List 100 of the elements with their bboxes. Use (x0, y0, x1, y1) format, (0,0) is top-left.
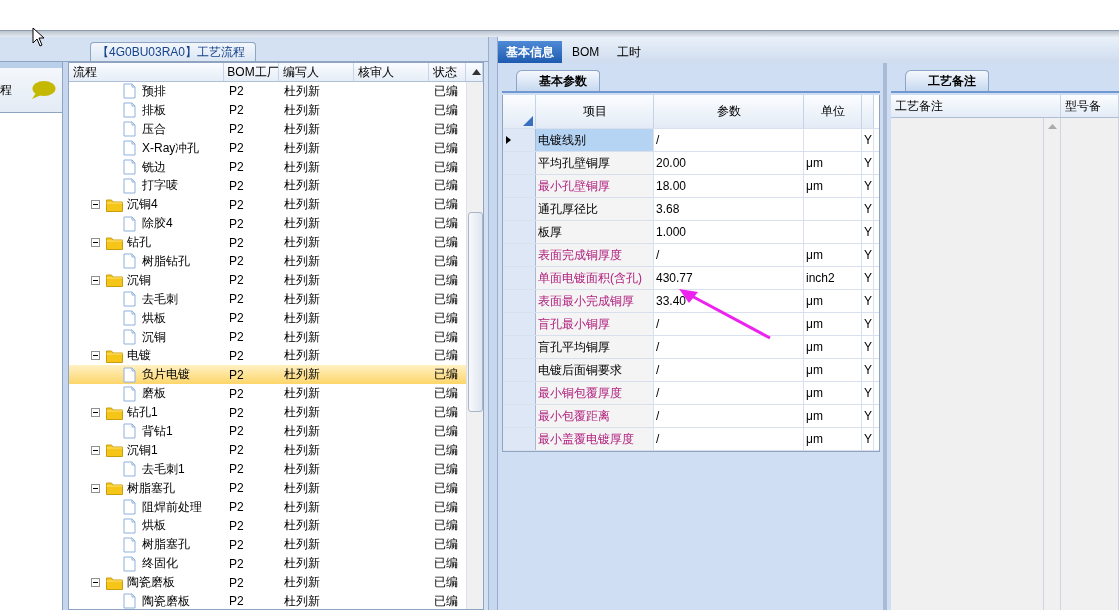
tree-row[interactable]: 树脂钻孔 P2 杜列新 已编 (69, 252, 466, 271)
value-cell[interactable]: / (654, 405, 804, 427)
status-cell-text: 已编 (433, 82, 459, 100)
document-icon (123, 366, 136, 383)
collapse-icon[interactable] (91, 445, 100, 455)
step-name: 树脂钻孔 (142, 252, 190, 270)
collapse-icon[interactable] (91, 578, 100, 588)
tree-row[interactable]: X-Ray冲孔 P2 杜列新 已编 (69, 138, 466, 158)
tree-row[interactable]: 排板 P2 杜列新 已编 (69, 100, 466, 120)
step-name: 排板 (142, 101, 166, 119)
column-header[interactable]: 型号备 (1061, 95, 1119, 117)
writer-cell-text: 杜列新 (283, 517, 321, 535)
collapse-icon[interactable] (91, 483, 100, 493)
bom-cell-text: P2 (228, 367, 245, 382)
column-header[interactable]: 编写人 (279, 63, 354, 81)
value-cell[interactable]: 33.40 (654, 290, 804, 312)
tree-row[interactable]: 压合 P2 杜列新 已编 (69, 119, 466, 139)
folder-row[interactable]: 电镀 P2 杜列新 已编 (69, 346, 466, 366)
folder-row[interactable]: 沉铜1 P2 杜列新 已编 (69, 440, 466, 460)
value-cell[interactable]: / (654, 336, 804, 358)
cursor-icon (32, 27, 46, 47)
value-cell[interactable]: 3.68 (654, 198, 804, 220)
tree-row[interactable]: 烘板 P2 杜列新 已编 (69, 516, 466, 536)
column-header[interactable]: 状态 (429, 63, 466, 81)
writer-cell-text: 杜列新 (283, 347, 321, 365)
document-icon (123, 329, 136, 345)
sub-tab[interactable]: 工艺备注 (905, 70, 989, 91)
value-cell[interactable]: 1.000 (654, 221, 804, 243)
scrollbar[interactable] (466, 82, 483, 609)
tree-row[interactable]: 背钻1 P2 杜列新 已编 (69, 422, 466, 441)
step-name: 树脂塞孔 (142, 536, 190, 554)
folder-row[interactable]: 陶瓷磨板 P2 杜列新 已编 (69, 573, 466, 593)
tree-row[interactable]: 负片电镀 P2 杜列新 已编 (69, 365, 466, 385)
sub-tab[interactable]: 基本参数 (516, 70, 600, 91)
item-cell: 平均孔壁铜厚 (536, 152, 654, 174)
tree-row[interactable]: 终固化 P2 杜列新 已编 (69, 554, 466, 574)
tree-row[interactable]: 去毛刺1 P2 杜列新 已编 (69, 459, 466, 479)
collapse-icon[interactable] (91, 238, 100, 248)
column-header[interactable]: BOM工厂 (224, 63, 279, 81)
folder-icon (106, 348, 123, 363)
tab[interactable]: 基本信息 (498, 41, 562, 63)
tree-row[interactable]: 烘板 P2 杜列新 已编 (69, 308, 466, 328)
panel-title-tab[interactable]: 【4G0BU03RA0】工艺流程 (90, 42, 257, 61)
tree-row[interactable]: 陶瓷磨板 P2 杜列新 已编 (69, 592, 466, 609)
column-header[interactable]: 参数 (654, 95, 804, 128)
unit-cell: μm (804, 290, 862, 312)
column-header[interactable]: 项目 (536, 95, 654, 128)
value-cell[interactable]: 18.00 (654, 175, 804, 197)
value-cell[interactable]: / (654, 428, 804, 450)
folder-row[interactable]: 钻孔 P2 杜列新 已编 (69, 233, 466, 252)
item-cell: 最小铜包覆厚度 (536, 382, 654, 404)
tree-row[interactable]: 除胶4 P2 杜列新 已编 (69, 214, 466, 234)
status-cell-text: 已编 (433, 498, 459, 516)
tree-row[interactable]: 铣边 P2 杜列新 已编 (69, 157, 466, 177)
status-cell-text: 已编 (433, 404, 459, 422)
value-cell[interactable]: 430.77 (654, 267, 804, 289)
value-cell[interactable]: / (654, 129, 804, 151)
row-header[interactable] (503, 129, 536, 151)
folder-row[interactable]: 沉铜4 P2 杜列新 已编 (69, 195, 466, 215)
column-header[interactable]: 核审人 (354, 63, 429, 81)
column-header[interactable]: 流程 (69, 63, 224, 81)
value-cell[interactable]: / (654, 244, 804, 266)
current-row-icon (506, 136, 511, 144)
scroll-up-icon[interactable] (471, 69, 481, 75)
splitter-bar[interactable] (488, 37, 498, 610)
splitter-bar[interactable] (0, 30, 1119, 37)
tree-row[interactable]: 磨板 P2 杜列新 已编 (69, 384, 466, 404)
status-cell-text: 已编 (433, 593, 459, 609)
folder-row[interactable]: 钻孔1 P2 杜列新 已编 (69, 403, 466, 423)
flag-cell: Y (862, 313, 874, 335)
step-name: 烘板 (142, 517, 166, 535)
value-cell[interactable]: / (654, 382, 804, 404)
tab[interactable]: 工时 (609, 41, 650, 63)
column-header[interactable]: 单位 (804, 95, 862, 128)
folder-row[interactable]: 树脂塞孔 P2 杜列新 已编 (69, 478, 466, 498)
value-cell[interactable]: / (654, 313, 804, 335)
tree-row[interactable]: 去毛刺 P2 杜列新 已编 (69, 289, 466, 309)
folder-icon (106, 405, 123, 420)
value-cell[interactable]: / (654, 359, 804, 381)
value-cell[interactable]: 20.00 (654, 152, 804, 174)
column-header[interactable]: 工艺备注 (891, 95, 1061, 117)
writer-cell-text: 杜列新 (283, 422, 321, 440)
tab[interactable]: BOM (564, 41, 608, 63)
collapse-icon[interactable] (91, 200, 100, 210)
folder-row[interactable]: 沉铜 P2 杜列新 已编 (69, 270, 466, 290)
tree-row[interactable]: 预排 P2 杜列新 已编 (69, 82, 466, 101)
speech-bubble-icon[interactable] (30, 80, 56, 100)
flag-cell: Y (862, 221, 874, 243)
unit-cell: μm (804, 405, 862, 427)
collapse-icon[interactable] (91, 351, 100, 361)
tree-row[interactable]: 打字唛 P2 杜列新 已编 (69, 176, 466, 196)
collapse-icon[interactable] (91, 275, 100, 285)
document-icon (123, 159, 136, 175)
tree-row[interactable]: 阻焊前处理 P2 杜列新 已编 (69, 497, 466, 517)
unit-cell: μm (804, 382, 862, 404)
writer-cell-text: 杜列新 (283, 271, 321, 289)
collapse-icon[interactable] (91, 408, 100, 418)
tree-row[interactable]: 沉铜 P2 杜列新 已编 (69, 327, 466, 347)
tree-row[interactable]: 树脂塞孔 P2 杜列新 已编 (69, 535, 466, 555)
folder-icon (106, 481, 123, 496)
